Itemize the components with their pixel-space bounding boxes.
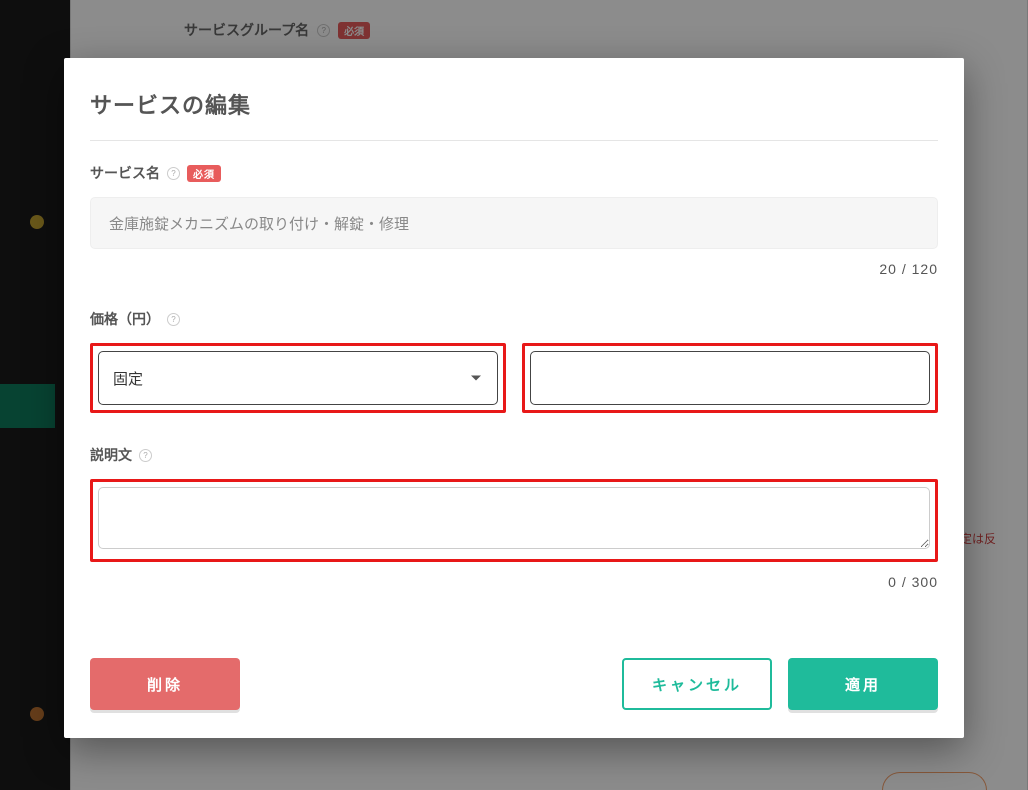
description-highlight (90, 479, 938, 562)
service-name-input[interactable] (90, 197, 938, 249)
cancel-button[interactable]: キャンセル (622, 658, 772, 710)
edit-service-modal: サービスの編集 サービス名 ? 必須 20 / 120 価格（円） ? 固定 (64, 58, 964, 738)
description-counter: 0 / 300 (90, 574, 938, 590)
required-badge: 必須 (187, 165, 221, 182)
help-icon[interactable]: ? (167, 313, 180, 326)
description-textarea[interactable] (98, 487, 930, 549)
help-icon[interactable]: ? (139, 449, 152, 462)
delete-button[interactable]: 削除 (90, 658, 240, 710)
service-name-label: サービス名 (90, 163, 160, 183)
service-name-label-row: サービス名 ? 必須 (90, 163, 938, 183)
price-value-highlight (522, 343, 938, 413)
price-value-input[interactable] (530, 351, 930, 405)
modal-title: サービスの編集 (90, 88, 938, 120)
caret-down-icon (471, 376, 481, 381)
price-label: 価格（円） (90, 309, 160, 329)
price-type-select[interactable]: 固定 (98, 351, 498, 405)
divider (90, 140, 938, 141)
price-label-row: 価格（円） ? (90, 309, 938, 329)
price-type-highlight: 固定 (90, 343, 506, 413)
description-label-row: 説明文 ? (90, 445, 938, 465)
apply-button[interactable]: 適用 (788, 658, 938, 710)
help-icon[interactable]: ? (167, 167, 180, 180)
modal-button-row: 削除 キャンセル 適用 (90, 658, 938, 710)
price-type-value: 固定 (113, 368, 143, 389)
service-name-counter: 20 / 120 (90, 261, 938, 277)
description-label: 説明文 (90, 445, 132, 465)
